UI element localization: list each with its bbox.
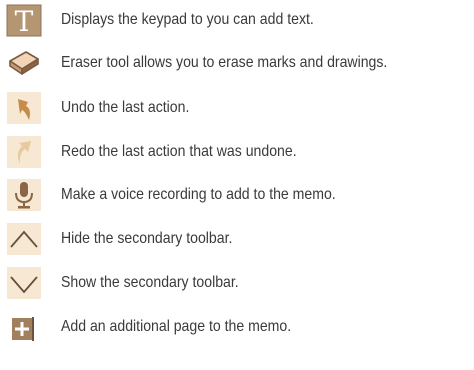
text-tool-icon: T — [6, 3, 42, 37]
list-item-text: Eraser tool allows you to erase marks an… — [61, 54, 388, 71]
list-item-text: Show the secondary toolbar. — [61, 274, 239, 291]
list-item-text: Displays the keypad to you can add text. — [61, 11, 314, 28]
redo-icon — [6, 135, 42, 169]
list-item-text: Undo the last action. — [61, 99, 190, 116]
eraser-icon — [6, 46, 42, 80]
microphone-icon — [6, 178, 42, 212]
svg-text:T: T — [15, 5, 34, 37]
list-item: Undo the last action. — [0, 88, 474, 130]
list-item-text: Redo the last action that was undone. — [61, 143, 297, 160]
add-page-icon — [6, 310, 42, 344]
list-item: Hide the secondary toolbar. — [0, 219, 474, 261]
list-item: T Displays the keypad to you can add tex… — [0, 0, 474, 42]
undo-icon — [6, 91, 42, 125]
chevron-up-icon — [6, 222, 42, 256]
list-item: Eraser tool allows you to erase marks an… — [0, 43, 474, 85]
list-item: Redo the last action that was undone. — [0, 132, 474, 174]
list-item-text: Add an additional page to the memo. — [61, 318, 292, 335]
chevron-down-icon — [6, 266, 42, 300]
list-item-text: Hide the secondary toolbar. — [61, 230, 233, 247]
list-item: Show the secondary toolbar. — [0, 263, 474, 305]
list-item: Make a voice recording to add to the mem… — [0, 175, 474, 217]
list-item-text: Make a voice recording to add to the mem… — [61, 186, 336, 203]
list-item: Add an additional page to the memo. — [0, 307, 474, 349]
